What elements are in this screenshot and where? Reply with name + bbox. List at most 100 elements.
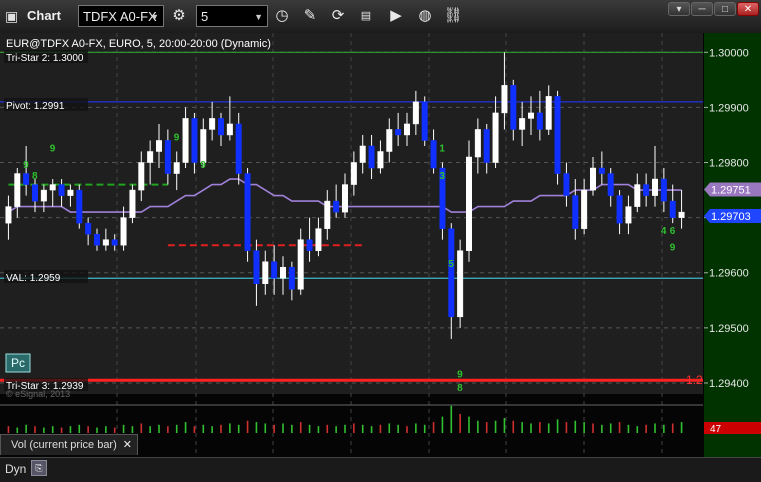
candle-body — [404, 123, 410, 136]
candle-body — [652, 178, 658, 196]
volume-bar — [60, 427, 63, 433]
volume-bar — [432, 422, 435, 433]
volume-bar — [388, 423, 391, 433]
volume-bar — [671, 423, 674, 433]
volume-bar — [503, 418, 506, 433]
price-axis — [704, 33, 761, 457]
candle-body — [359, 145, 366, 163]
volume-bar — [43, 427, 45, 433]
candle-body — [342, 184, 348, 213]
candle-body — [306, 239, 313, 251]
pc-button[interactable]: Pc — [5, 353, 31, 373]
candle-body — [643, 184, 650, 196]
volume-tab-label: Vol (current price bar) — [11, 439, 117, 451]
volume-bar — [583, 422, 585, 433]
y-tick-label: 1.30000 — [709, 47, 749, 59]
candle-body — [554, 96, 561, 174]
pencil-draw-icon[interactable]: ✎ — [299, 5, 321, 27]
volume-bar — [140, 423, 143, 433]
clock-icon[interactable]: ◷ — [271, 5, 293, 27]
volume-bar — [592, 423, 594, 433]
volume-bar — [105, 426, 107, 433]
globe-icon[interactable]: ◍ — [414, 5, 436, 27]
volume-bar — [51, 426, 54, 433]
maximize-button[interactable]: □ — [714, 2, 736, 16]
dyn-label[interactable]: Dyn — [5, 462, 26, 476]
volume-bar — [326, 424, 329, 433]
candle — [457, 239, 464, 328]
candle-body — [324, 200, 331, 229]
volume-bar — [229, 423, 231, 433]
candle-body — [430, 140, 437, 169]
candle-body — [572, 195, 579, 229]
price-badge-label: 1.29703 — [711, 211, 751, 223]
volume-bar — [379, 424, 382, 433]
volume-bar — [494, 420, 497, 433]
tristar3-right-label: 1.2 — [686, 373, 703, 387]
volume-bar — [353, 423, 355, 433]
candle-body — [590, 167, 596, 191]
volume-bar — [415, 423, 417, 433]
candle-body — [678, 211, 685, 218]
volume-bar — [184, 422, 187, 433]
setup-count-label: 6 — [670, 226, 676, 237]
volume-bar — [282, 423, 284, 433]
volume-bar — [273, 424, 275, 433]
volume-bar — [530, 423, 532, 433]
volume-bar — [574, 420, 577, 433]
volume-bar — [477, 420, 479, 433]
interval-value: 5 — [201, 9, 209, 24]
volume-bar — [654, 423, 656, 433]
volume-bar — [450, 405, 453, 433]
candle-body — [457, 250, 464, 318]
candle-body — [466, 156, 472, 251]
volume-bar — [406, 426, 408, 433]
price-chart[interactable]: Tri-Star 2: 1.3000 Pivot: 1.2991 VAL: 1.29… — [0, 33, 761, 457]
candle-body — [669, 200, 676, 218]
candle-body — [23, 173, 30, 185]
settings-gear-icon[interactable]: ⚙ — [168, 5, 190, 27]
candle-body — [607, 173, 614, 196]
volume-value: 47 — [710, 424, 722, 435]
candle-body — [102, 239, 109, 246]
candle-body — [191, 118, 198, 163]
volume-bar — [34, 426, 36, 433]
volume-bar — [113, 427, 116, 433]
candle-body — [32, 184, 38, 202]
candle-body — [545, 96, 552, 130]
candle — [421, 96, 428, 146]
volume-bar — [485, 422, 488, 433]
volume-bar — [547, 423, 550, 433]
candle-body — [598, 167, 605, 174]
candle-body — [492, 112, 499, 163]
interval-select[interactable]: 5 ▼ — [196, 5, 268, 27]
symbol-input[interactable]: TDFX A0-FX ▼ — [78, 5, 164, 27]
candle-body — [129, 189, 136, 218]
dynamic-scale-icon[interactable]: ⎘ — [31, 460, 47, 476]
candle-body — [111, 239, 118, 246]
candle-body — [182, 118, 189, 163]
volume-tab[interactable]: Vol (current price bar) ✕ — [0, 434, 138, 455]
candle-body — [448, 228, 455, 318]
minimize-button[interactable]: ▾ — [668, 2, 690, 16]
chevron-down-icon[interactable]: ▼ — [254, 6, 263, 28]
price-badge-label: 1.29751 — [711, 185, 751, 197]
close-icon[interactable]: ✕ — [123, 435, 132, 455]
close-button[interactable]: ✕ — [737, 2, 759, 16]
candle-body — [377, 151, 384, 169]
chevron-down-icon[interactable]: ▼ — [150, 6, 159, 28]
pin-button[interactable]: ─ — [691, 2, 713, 16]
candle-body — [315, 228, 322, 251]
play-icon[interactable]: ▶ — [385, 5, 407, 27]
candle-body — [67, 189, 74, 196]
y-tick-label: 1.29600 — [709, 268, 749, 280]
volume-bar — [122, 424, 125, 433]
refresh-icon[interactable]: ⟳ — [327, 5, 349, 27]
candle-body — [528, 112, 534, 119]
link-icon[interactable]: ⛓ — [442, 5, 464, 27]
chart-type-icon[interactable]: ▤ — [355, 5, 377, 27]
setup-count-label: 9 — [174, 132, 180, 143]
volume-bar — [220, 424, 222, 433]
candle — [466, 140, 472, 262]
volume-bar — [512, 420, 515, 433]
